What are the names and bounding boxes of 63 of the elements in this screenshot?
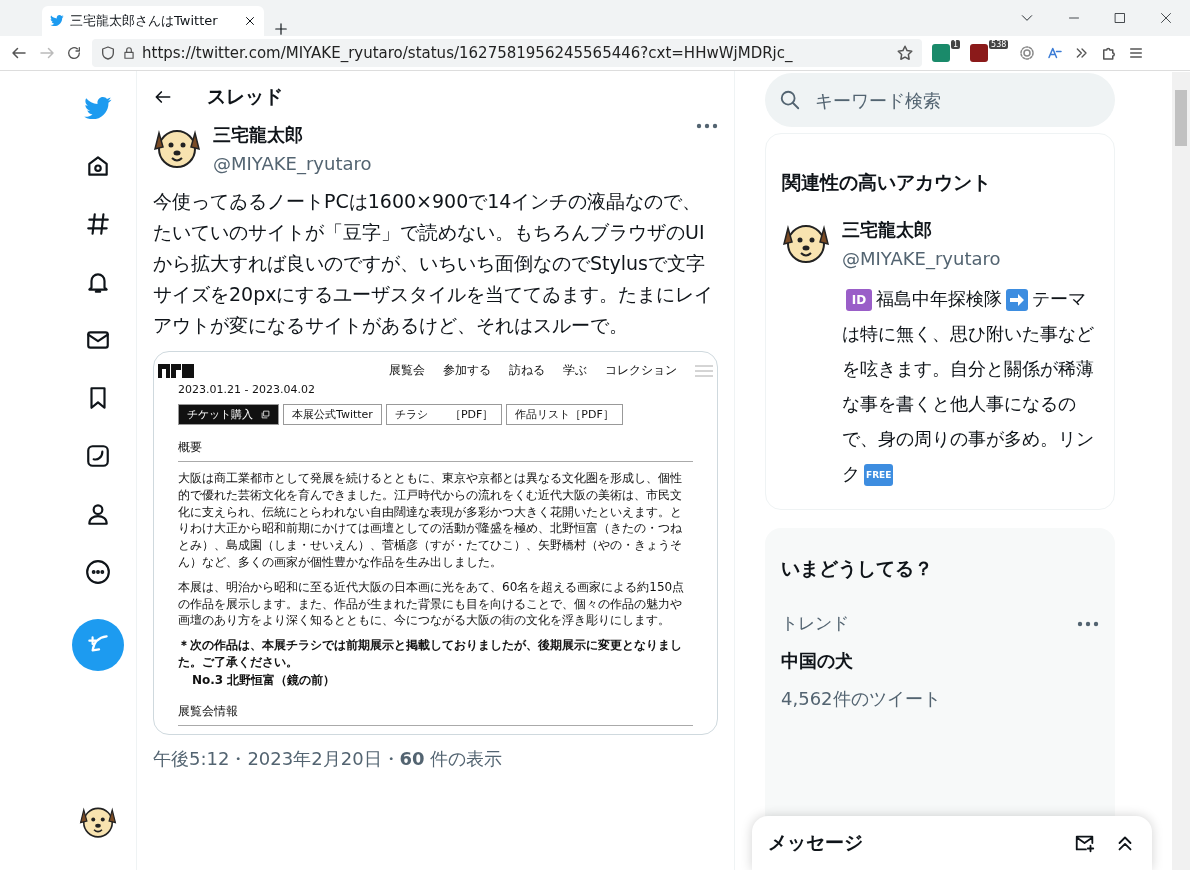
extension-badge: 1 xyxy=(951,40,961,49)
author-name[interactable]: 三宅龍太郎 xyxy=(213,123,684,147)
compose-button[interactable] xyxy=(72,619,124,671)
overview-paragraph: 本展は、明治から昭和に至る近代大阪の日本画に光をあて、60名を超える画家による約150点の作品を展示します。また、作品が生まれた背景にも目を向けることで、個々の作品の魅力や画壇のあり方をより深く知るとともに、今につながる大阪の街の文化を浮き彫りにします。 xyxy=(178,578,686,630)
section-heading: 概要 xyxy=(178,439,693,462)
star-icon xyxy=(896,44,914,62)
home-icon xyxy=(85,153,111,179)
browser-tab[interactable]: 三宅龍太郎さんはTwitter xyxy=(42,6,264,36)
scrollbar[interactable] xyxy=(1172,72,1190,870)
section-heading: 展覧会情報 xyxy=(178,702,693,726)
address-bar[interactable]: https://twitter.com/MIYAKE_ryutaro/status/1627581956245565446?cxt=HHwWjMDRjc_ xyxy=(92,39,922,67)
bird-logo-icon[interactable] xyxy=(50,15,64,27)
site-link-button[interactable]: チラシ ［PDF］ xyxy=(385,404,503,425)
external-link-icon xyxy=(261,410,270,419)
maximize-icon xyxy=(1114,12,1126,24)
site-nav-link[interactable]: 参加する xyxy=(443,362,491,379)
site-nav-link[interactable]: 展覧会 xyxy=(389,362,425,379)
site-link-button[interactable]: 作品リスト［PDF］ xyxy=(506,404,623,425)
notice-text: ＊次の作品は、本展チラシでは前期展示と掲載しておりましたが、後期展示に変更となりました。ご了承ください。 xyxy=(178,637,683,671)
person-icon xyxy=(85,501,111,527)
emoji-badge: ID xyxy=(846,289,872,311)
extension-icon[interactable] xyxy=(970,44,989,62)
plus-icon xyxy=(274,22,288,36)
search-field[interactable]: キーワード検索 xyxy=(765,73,1115,127)
extension-badge: 538 xyxy=(989,40,1009,49)
close-icon xyxy=(244,15,256,27)
card-title: 関連性の高いアカウント xyxy=(782,170,992,195)
account-handle[interactable]: @MIYAKE_ryutaro xyxy=(842,248,1098,269)
more-circle-icon xyxy=(85,559,111,585)
menu-icon xyxy=(1128,45,1145,61)
close-icon xyxy=(1160,12,1172,24)
site-link-button[interactable]: チケット購入 xyxy=(178,404,279,425)
drawer-title: メッセージ xyxy=(768,830,864,855)
page-title: スレッド xyxy=(207,84,283,109)
shield-icon xyxy=(100,45,116,61)
hashtag-icon xyxy=(85,211,111,237)
notice-item: No.3 北野恒富（鏡の前） xyxy=(192,671,337,689)
more-icon xyxy=(696,123,718,129)
attached-screenshot[interactable] xyxy=(153,351,718,735)
bird-logo-icon[interactable] xyxy=(84,96,112,120)
more-icon xyxy=(1077,620,1099,627)
trend-context: トレンド xyxy=(781,612,849,635)
reload-icon xyxy=(66,45,82,61)
trend-count: 4,562件のツイート xyxy=(781,687,942,711)
logo-icon xyxy=(158,363,194,378)
exhibition-dates: 2023.01.21 - 2023.04.02 xyxy=(178,383,316,396)
lock-icon xyxy=(122,45,136,61)
trend-name[interactable]: 中国の犬 xyxy=(781,649,1099,673)
tweet-meta: 午後5:12・2023年2月20日・60 件の表示 xyxy=(153,746,504,771)
messages-drawer[interactable]: メッセージ xyxy=(752,816,1152,870)
site-nav-link[interactable]: コレクション xyxy=(605,362,677,379)
site-nav-link[interactable]: 学ぶ xyxy=(563,362,587,379)
overview-paragraph: 大阪は商工業都市として発展を続けるとともに、東京や京都とは異なる文化圏を形成し、個性的で優れた芸術文化を育んできました。江戸時代からの流れをくむ近代大阪の美術は、市民文化に支えられ、伝統にとらわれない自由闊達な表現が多彩かつ大きく花開いたといえます。とりわけ大正から昭和前期にかけては画壇としての活動が隆盛を極め、北野恒富（きたの・つねとみ）、島成園（しま・せいえん）、菅楯彦（すが・たてひこ）、矢野橋村（やの・きょうそん）など、多くの画家が個性豊かな作品を生み出しました。 xyxy=(178,470,683,571)
search-icon xyxy=(779,89,801,111)
site-nav-link[interactable]: 訪ねる xyxy=(509,362,545,379)
author-handle[interactable]: @MIYAKE_ryutaro xyxy=(213,153,684,174)
card-title: いまどうしてる？ xyxy=(781,556,934,581)
account-bio: ID 福島中年探検隊 テーマは特に無く、思ひ附いた事などを呟きます。自分と關係が稀薄な事を書くと他人事になるので、身の周りの事が多め。リンク FREE xyxy=(842,287,1095,488)
menu-icon xyxy=(695,364,713,377)
emoji-badge: FREE xyxy=(864,464,894,486)
site-link-button[interactable]: 本展公式Twitter xyxy=(283,404,382,425)
account-name[interactable]: 三宅龍太郎 xyxy=(842,218,1098,242)
tweet-text: 今使ってゐるノートPCは1600×900で14インチの液晶なので、たいていのサイトが「豆字」で読めない。もちろんブラウザのUIから拡大すれば良いのですが、いちいち面倒なのでStylusで文字サイズを20pxにするユーザスタイルを当ててゐます。たまにレイアウトが変になるサイトがあるけど、それはスルーで。 xyxy=(153,189,715,338)
